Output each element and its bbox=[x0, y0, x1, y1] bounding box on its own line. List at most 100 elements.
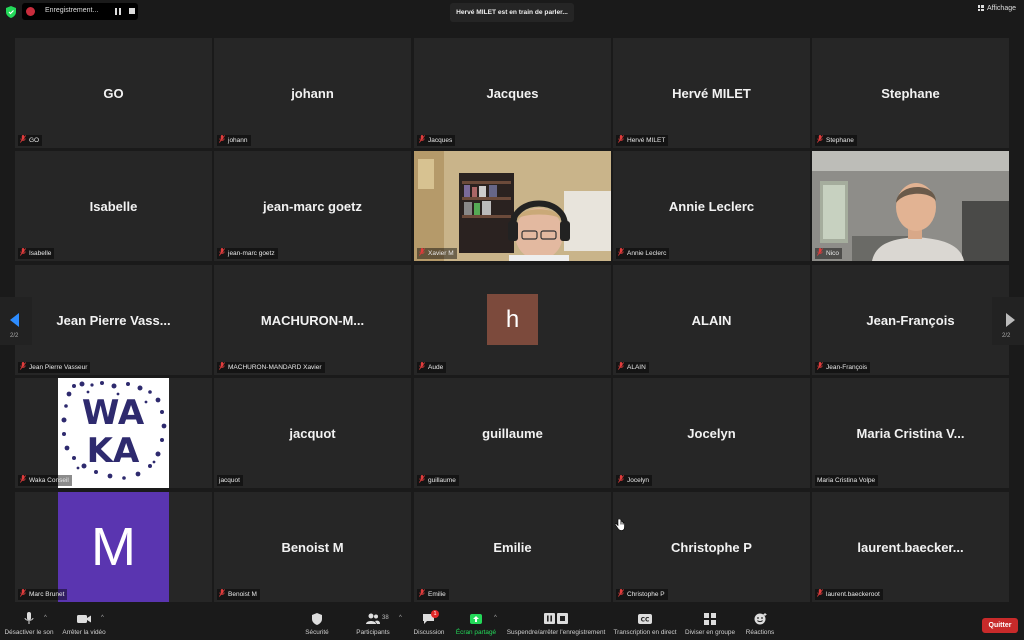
avatar-letter-m: M bbox=[58, 492, 169, 602]
live-transcription-button[interactable]: CC Transcription en direct bbox=[614, 608, 677, 640]
closed-captions-icon: CC bbox=[638, 614, 652, 624]
microphone-icon bbox=[24, 612, 34, 624]
stop-video-button[interactable]: Arrêter la vidéo bbox=[60, 608, 108, 640]
stop-recording-button[interactable] bbox=[129, 8, 135, 14]
participant-name-label: Maria Cristina Volpe bbox=[815, 475, 879, 486]
participant-label-text: Aude bbox=[428, 364, 444, 371]
participant-name-label: laurent.baeckeroot bbox=[815, 589, 883, 600]
page-indicator-right: 2/2 bbox=[1002, 333, 1011, 339]
audio-options-caret[interactable]: ^ bbox=[44, 615, 47, 621]
breakout-label: Diviser en groupe bbox=[684, 629, 736, 636]
previous-page-button[interactable]: 2/2 bbox=[0, 297, 32, 345]
participant-tile-waka-conseil[interactable]: WA KA Waka Conseil bbox=[15, 378, 212, 488]
participant-name-label: Marc Brunet bbox=[18, 589, 68, 600]
view-button[interactable]: Affichage bbox=[977, 5, 1016, 12]
leave-meeting-button[interactable]: Quitter bbox=[982, 618, 1018, 633]
muted-mic-icon bbox=[20, 475, 26, 483]
page-indicator-left: 2/2 bbox=[10, 333, 19, 339]
muted-mic-icon bbox=[219, 589, 225, 597]
participants-options-caret[interactable]: ^ bbox=[399, 615, 402, 621]
participant-name-label: Isabelle bbox=[18, 248, 55, 259]
chat-label: Discussion bbox=[413, 629, 445, 636]
participant-label-text: Stephane bbox=[826, 137, 854, 144]
participant-tile-go[interactable]: GO GO bbox=[15, 38, 212, 148]
participant-display-name: Isabelle bbox=[89, 199, 138, 214]
pause-stop-icon bbox=[544, 613, 568, 624]
shield-icon bbox=[312, 613, 322, 625]
muted-mic-icon bbox=[20, 135, 26, 143]
participant-display-name: jean-marc goetz bbox=[263, 199, 362, 214]
participant-name-label: Jean Pierre Vasseur bbox=[18, 362, 91, 373]
pause-stop-recording-button[interactable]: Suspendre/arrêter l'enregistrement bbox=[506, 608, 606, 640]
muted-mic-icon bbox=[419, 135, 425, 143]
participant-label-text: jean-marc goetz bbox=[228, 250, 275, 257]
participant-name-label: Benoist M bbox=[217, 589, 260, 600]
participant-tile-benoist-m[interactable]: Benoist M Benoist M bbox=[214, 492, 411, 602]
participant-tile-jocelyn[interactable]: Jocelyn Jocelyn bbox=[613, 378, 810, 488]
muted-mic-icon bbox=[618, 362, 624, 370]
recording-control-label: Suspendre/arrêter l'enregistrement bbox=[506, 629, 606, 636]
participant-display-name: Stephane bbox=[881, 86, 940, 101]
participant-tile-jean-pierre-vasseur[interactable]: Jean Pierre Vass... Jean Pierre Vasseur bbox=[15, 265, 212, 375]
participant-tile-marc-brunet[interactable]: M Marc Brunet bbox=[15, 492, 212, 602]
participant-tile-jean-francois[interactable]: Jean-François Jean-François bbox=[812, 265, 1009, 375]
participant-tile-aude[interactable]: h Aude bbox=[414, 265, 611, 375]
chat-button[interactable]: Discussion bbox=[412, 608, 446, 640]
participant-tile-xavier-m[interactable]: Xavier M bbox=[414, 151, 611, 261]
participant-label-text: Emilie bbox=[428, 591, 446, 598]
share-screen-button[interactable]: Écran partagé bbox=[456, 608, 496, 640]
participant-label-text: Christophe P bbox=[627, 591, 665, 598]
grid-icon bbox=[977, 5, 984, 11]
participant-display-name: Jocelyn bbox=[687, 426, 736, 441]
participant-tile-machuron-mandard-xavier[interactable]: MACHURON-M... MACHURON-MANDARD Xavier bbox=[214, 265, 411, 375]
participant-name-label: GO bbox=[18, 135, 43, 146]
participant-tile-jacquot[interactable]: jacquot jacquot bbox=[214, 378, 411, 488]
participant-tile-annie-leclerc[interactable]: Annie Leclerc Annie Leclerc bbox=[613, 151, 810, 261]
participant-tile-jean-marc-goetz[interactable]: jean-marc goetz jean-marc goetz bbox=[214, 151, 411, 261]
share-options-caret[interactable]: ^ bbox=[494, 615, 497, 621]
participant-tile-guillaume[interactable]: guillaume guillaume bbox=[414, 378, 611, 488]
participant-tile-alain[interactable]: ALAIN ALAIN bbox=[613, 265, 810, 375]
security-button[interactable]: Sécurité bbox=[300, 608, 334, 640]
reactions-label: Réactions bbox=[745, 629, 775, 636]
participant-tile-stephane[interactable]: Stephane Stephane bbox=[812, 38, 1009, 148]
mute-button[interactable]: Désactiver le son bbox=[2, 608, 56, 640]
shield-icon[interactable] bbox=[6, 6, 16, 18]
participant-label-text: Xavier M bbox=[428, 250, 454, 257]
participant-label-text: Jocelyn bbox=[627, 477, 650, 484]
participant-label-text: Hervé MILET bbox=[627, 137, 666, 144]
participant-display-name: ALAIN bbox=[691, 313, 732, 328]
participant-label-text: Isabelle bbox=[29, 250, 52, 257]
waka-logo-line-1: WA bbox=[82, 393, 145, 433]
muted-mic-icon bbox=[419, 248, 425, 256]
participant-name-label: Jean-François bbox=[815, 362, 871, 373]
participant-tile-jacques[interactable]: Jacques Jacques bbox=[414, 38, 611, 148]
muted-mic-icon bbox=[618, 589, 624, 597]
participant-tile-emilie[interactable]: Emilie Emilie bbox=[414, 492, 611, 602]
breakout-rooms-button[interactable]: Diviser en groupe bbox=[684, 608, 736, 640]
participant-tile-isabelle[interactable]: Isabelle Isabelle bbox=[15, 151, 212, 261]
participant-label-text: Benoist M bbox=[228, 591, 257, 598]
participant-display-name: Jean Pierre Vass... bbox=[56, 313, 171, 328]
pause-recording-button[interactable] bbox=[114, 7, 122, 16]
muted-mic-icon bbox=[618, 248, 624, 256]
participant-tile-johann[interactable]: johann johann bbox=[214, 38, 411, 148]
svg-text:CC: CC bbox=[641, 617, 650, 624]
view-label: Affichage bbox=[986, 5, 1016, 12]
next-page-button[interactable]: 2/2 bbox=[992, 297, 1024, 345]
participant-tile-christophe-p[interactable]: Christophe P Christophe P bbox=[613, 492, 810, 602]
participant-tile-nico[interactable]: Nico bbox=[812, 151, 1009, 261]
mute-label: Désactiver le son bbox=[4, 629, 54, 636]
video-options-caret[interactable]: ^ bbox=[101, 615, 104, 621]
participant-tile-laurent-baeckeroot[interactable]: laurent.baecker... laurent.baeckeroot bbox=[812, 492, 1009, 602]
muted-mic-icon bbox=[618, 135, 624, 143]
muted-mic-icon bbox=[618, 475, 624, 483]
participant-tile-herve-milet[interactable]: Hervé MILET Hervé MILET bbox=[613, 38, 810, 148]
meeting-toolbar: Désactiver le son ^ Arrêter la vidéo ^ S… bbox=[0, 608, 1024, 640]
participant-name-label: Xavier M bbox=[417, 248, 457, 259]
participant-tile-maria-cristina-volpe[interactable]: Maria Cristina V... Maria Cristina Volpe bbox=[812, 378, 1009, 488]
participants-button[interactable]: Participants bbox=[352, 608, 394, 640]
smiley-icon bbox=[754, 613, 767, 625]
reactions-button[interactable]: Réactions bbox=[744, 608, 776, 640]
participant-label-text: Marc Brunet bbox=[29, 591, 65, 598]
